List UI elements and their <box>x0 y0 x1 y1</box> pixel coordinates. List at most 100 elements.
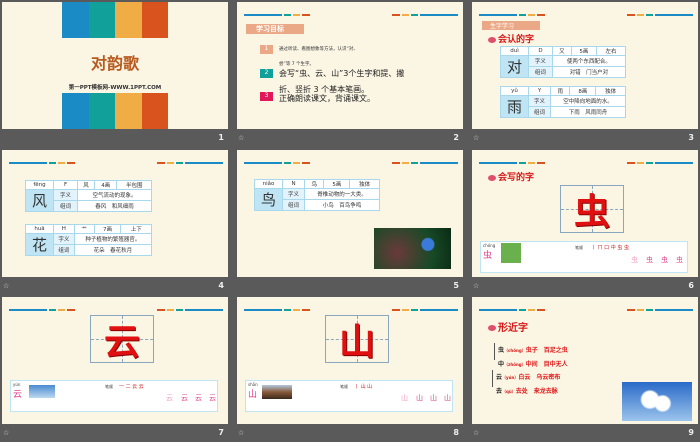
decoration <box>9 309 47 311</box>
decoration <box>157 162 165 164</box>
animation-star-icon[interactable]: ☆ <box>473 282 479 290</box>
section-badge: 生字学习 <box>482 21 540 30</box>
animation-star-icon[interactable]: ☆ <box>473 429 479 437</box>
decoration <box>519 309 526 311</box>
slide-9[interactable]: 形近字 虫（chóng）虫子 百足之虫 中（zhōng）中间 目中无人 云（yú… <box>472 297 698 424</box>
table-cell: 下雨 风雨同舟 <box>550 106 626 118</box>
decoration <box>411 14 418 16</box>
table-cell: 组词 <box>528 66 553 78</box>
decoration: 一 二 云 云 <box>119 384 144 390</box>
animation-star-icon[interactable]: ☆ <box>473 134 479 142</box>
table-cell: 种子植物的繁殖器官。 <box>73 233 153 245</box>
decoration <box>176 309 183 311</box>
decoration <box>244 309 282 311</box>
slide-number: 5 <box>453 281 459 290</box>
table-cell: 组词 <box>281 199 306 211</box>
slide-thumbnail-4[interactable]: fēng F 风 4画 半包围 风字义 空气流动的现象。 组词 春风 和风细雨 huā H 艹 7… <box>2 150 228 295</box>
table-cell: 字义 <box>53 233 75 245</box>
section-title: 会写的字 <box>488 170 534 183</box>
decoration <box>392 14 400 16</box>
table-cell: 鸟 <box>304 179 325 189</box>
large-character: 山 <box>338 321 375 363</box>
decoration: 花字义 种子植物的繁殖器官。 <box>25 233 153 256</box>
decoration <box>244 14 282 16</box>
decoration <box>115 2 142 38</box>
stroke-info-strip: shān 山 笔顺 丨 山 山 山 山 山 山 <box>245 380 453 412</box>
slide-thumbnail-6[interactable]: 会写的字 虫 chóng 虫 笔顺 丨 ㄇ 口 中 虫 虫 虫 虫 虫 虫 ☆ … <box>472 150 698 295</box>
slide-2[interactable]: 学习目标 1 通过听读、看图想象等方法，认识“对、 尝”等 7 个生字。 2 会… <box>237 2 463 129</box>
decoration <box>637 14 644 16</box>
table-cell: 空中降向地面的水。 <box>550 95 626 107</box>
color-bars-top <box>62 2 168 38</box>
similar-char-row: 去（qù）去处 来龙去脉 <box>496 386 558 395</box>
decoration <box>519 14 526 16</box>
animation-star-icon[interactable]: ☆ <box>238 134 244 142</box>
stroke-info-strip: chóng 虫 笔顺 丨 ㄇ 口 中 虫 虫 虫 虫 虫 虫 <box>480 241 688 273</box>
slide-1[interactable]: 对韵歌 第一PPT模板网-WWW.1PPT.COM <box>2 2 228 129</box>
slide-7[interactable]: 云 yún 云 笔顺 一 二 云 云 云 云 云 云 <box>2 297 228 424</box>
table-cell: 左右 <box>596 46 626 56</box>
decoration <box>293 309 300 311</box>
animation-star-icon[interactable]: ☆ <box>238 429 244 437</box>
slide-8[interactable]: 山 shān 山 笔顺 丨 山 山 山 山 山 山 <box>237 297 463 424</box>
table-cell: 字义 <box>52 189 79 201</box>
animation-star-icon[interactable]: ☆ <box>3 282 9 290</box>
color-bars-bottom <box>62 93 168 129</box>
decoration <box>88 2 115 38</box>
decoration <box>392 162 400 164</box>
table-cell: yǔ <box>500 86 529 96</box>
slide-thumbnail-7[interactable]: 云 yún 云 笔顺 一 二 云 云 云 云 云 云 ☆ 7 <box>2 297 228 442</box>
slide-6[interactable]: 会写的字 虫 chóng 虫 笔顺 丨 ㄇ 口 中 虫 虫 虫 虫 虫 虫 <box>472 150 698 277</box>
decoration <box>9 162 47 164</box>
decoration <box>115 93 142 129</box>
table-cell: 5画 <box>323 179 351 189</box>
similar-char-row: 虫（chóng）虫子 百足之虫 <box>498 345 568 354</box>
slide-thumbnail-5[interactable]: niǎo N 鸟 5画 独体 鸟字义 脊椎动物的一大类。 组词 小鸟 百鸟争鸣 5 <box>237 150 463 295</box>
decoration <box>284 309 291 311</box>
goal-number: 1 <box>260 45 273 54</box>
slide-number: 2 <box>453 133 459 142</box>
table-cell: 又 <box>551 46 572 56</box>
decoration: 中间 目中无人 <box>525 361 568 368</box>
slide-thumbnail-1[interactable]: 对韵歌 第一PPT模板网-WWW.1PPT.COM 1 <box>2 2 228 147</box>
decoration <box>627 309 635 311</box>
slide-5[interactable]: niǎo N 鸟 5画 独体 鸟字义 脊椎动物的一大类。 组词 小鸟 百鸟争鸣 <box>237 150 463 277</box>
slide-thumbnail-8[interactable]: 山 shān 山 笔顺 丨 山 山 山 山 山 山 ☆ 8 <box>237 297 463 442</box>
writing-grid: 山 <box>325 315 389 363</box>
table-cell: 独体 <box>349 179 380 189</box>
decoration <box>646 162 653 164</box>
decoration: 雨字义 空中降向地面的水。 <box>500 95 626 118</box>
character-card: niǎo N 鸟 5画 独体 鸟字义 脊椎动物的一大类。 组词 小鸟 百鸟争鸣 <box>254 179 380 211</box>
animation-star-icon[interactable]: ☆ <box>3 429 9 437</box>
table-cell: duì <box>500 46 529 56</box>
goal-text: 尝”等 7 个生字。 <box>279 62 315 67</box>
decoration <box>411 309 418 311</box>
decoration <box>167 162 174 164</box>
decoration <box>62 2 89 38</box>
slide-thumbnail-3[interactable]: 生字学习 会认的字 duì D 又 5画 左右 对字义 使两个东西配合。 组词 对错 门当户… <box>472 2 698 147</box>
decoration: 会认的字 <box>498 35 535 45</box>
bullet-icon <box>488 174 496 181</box>
table-cell: 字义 <box>527 95 552 107</box>
table-cell: Y <box>527 86 552 96</box>
slide-number: 6 <box>688 281 694 290</box>
similar-char-row: 云（yún）白云 乌云密布 <box>496 372 560 381</box>
decoration <box>528 162 535 164</box>
slide-3[interactable]: 生字学习 会认的字 duì D 又 5画 左右 对字义 使两个东西配合。 组词 对错 门当户… <box>472 2 698 129</box>
decoration: fēng F 风 4画 半包围 <box>25 180 152 190</box>
slide-thumbnail-2[interactable]: 学习目标 1 通过听读、看图想象等方法，认识“对、 尝”等 7 个生字。 2 会… <box>237 2 463 147</box>
goal-text: 会写“虫、云、山”3个生字和提、撇 <box>279 69 405 78</box>
decoration: 鸟字义 脊椎动物的一大类。 <box>254 188 380 211</box>
decoration: 虫 <box>661 256 668 264</box>
decoration: huā H 艹 7画 上下 花字义 种子植物的繁殖器官。 组词 花朵 春花秋月 <box>25 224 153 256</box>
decoration: 云 <box>209 394 216 402</box>
slide-thumbnail-9[interactable]: 形近字 虫（chóng）虫子 百足之虫 中（zhōng）中间 目中无人 云（yú… <box>472 297 698 442</box>
decoration <box>537 162 545 164</box>
decoration <box>627 162 635 164</box>
decoration: （zhōng） <box>504 362 526 367</box>
table-cell: D <box>528 46 553 56</box>
slide-4[interactable]: fēng F 风 4画 半包围 风字义 空气流动的现象。 组词 春风 和风细雨 huā H 艹 7… <box>2 150 228 277</box>
decoration: niǎo N 鸟 5画 独体 鸟字义 脊椎动物的一大类。 组词 小鸟 百鸟争鸣 <box>254 179 380 211</box>
decoration <box>176 162 183 164</box>
table-cell: 8画 <box>569 86 597 96</box>
